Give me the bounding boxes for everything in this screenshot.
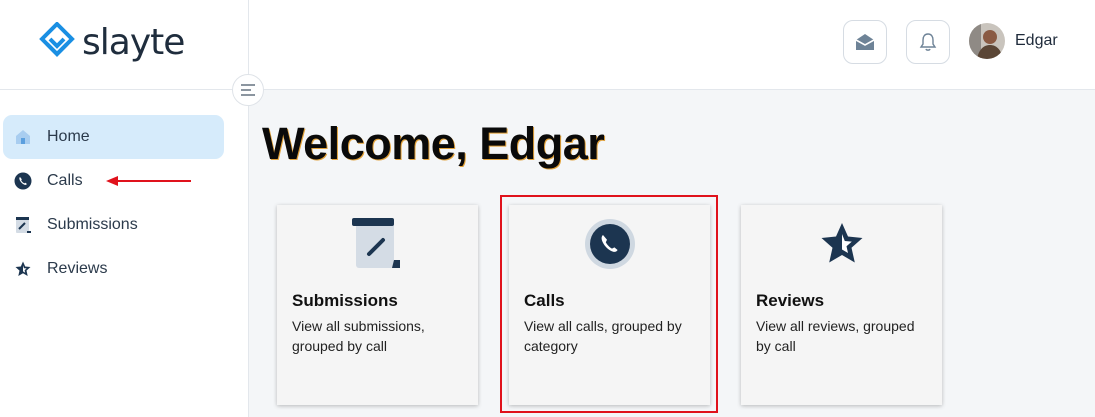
phone-icon [13, 171, 33, 191]
sidebar-nav: Home Calls Submissions Reviews [3, 115, 224, 291]
card-title: Reviews [756, 291, 825, 310]
submissions-card[interactable]: Submissions View all submissions, groupe… [277, 205, 478, 405]
collapse-sidebar-button[interactable] [232, 74, 264, 106]
reviews-card[interactable]: Reviews View all reviews, grouped by cal… [741, 205, 942, 405]
menu-icon [241, 84, 255, 96]
home-icon [13, 127, 33, 147]
sidebar-item-submissions[interactable]: Submissions [3, 203, 224, 247]
card-description: View all submissions, grouped by call [292, 318, 425, 354]
annotation-arrow [106, 176, 191, 186]
envelope-open-icon [855, 34, 875, 50]
bell-icon [919, 33, 937, 51]
app-logo[interactable]: slayte [38, 20, 185, 64]
submission-icon [277, 213, 478, 275]
annotation-highlight-box [500, 195, 718, 413]
user-name[interactable]: Edgar [1015, 32, 1058, 50]
star-icon [741, 213, 942, 275]
card-title: Submissions [292, 291, 398, 310]
logo-icon [39, 22, 75, 57]
star-icon [13, 259, 33, 279]
submission-icon [13, 215, 33, 235]
notifications-button[interactable] [906, 20, 950, 64]
sidebar-item-reviews[interactable]: Reviews [3, 247, 224, 291]
app-name: slayte [82, 21, 185, 63]
sidebar-item-label: Home [47, 128, 90, 145]
sidebar-item-label: Submissions [47, 216, 138, 233]
sidebar: slayte Home Calls Submissions Reviews [0, 0, 249, 417]
sidebar-item-label: Reviews [47, 260, 108, 277]
avatar[interactable] [969, 23, 1005, 59]
inbox-button[interactable] [843, 20, 887, 64]
card-description: View all reviews, grouped by call [756, 318, 915, 354]
sidebar-item-home[interactable]: Home [3, 115, 224, 159]
page-title: Welcome, Edgar [262, 118, 605, 169]
sidebar-item-label: Calls [47, 172, 83, 189]
divider [0, 89, 249, 90]
top-bar: Edgar [249, 0, 1095, 90]
